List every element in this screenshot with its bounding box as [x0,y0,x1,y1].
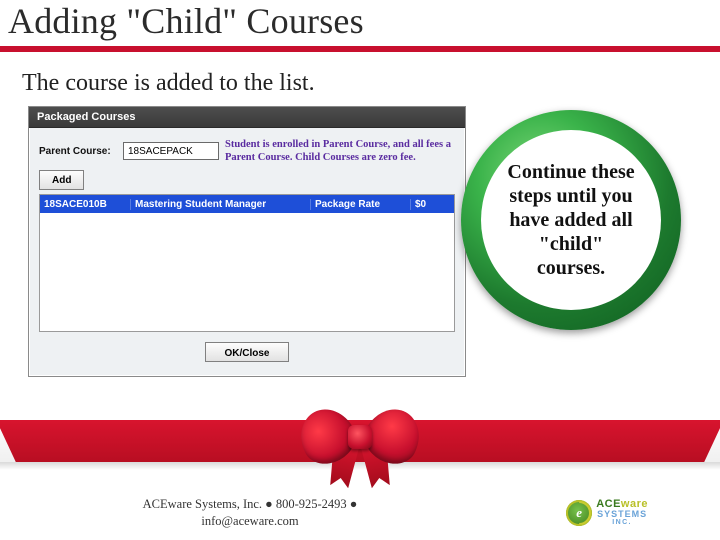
footer-contact: ACEware Systems, Inc. ● 800-925-2493 ● i… [120,496,380,530]
dialog-info-line: Parent Course. Child Courses are zero fe… [225,151,455,164]
callout: Continue these steps until you have adde… [443,110,683,350]
logo-text: ACEware SYSTEMS INC. [596,499,648,526]
dialog-info-line: Student is enrolled in Parent Course, an… [225,138,455,151]
ok-close-button[interactable]: OK/Close [205,342,288,362]
title-bar: Adding "Child" Courses [0,0,720,52]
callout-text: Continue these steps until you have adde… [503,160,639,280]
child-course-table: 18SACE010B Mastering Student Manager Pac… [39,194,455,332]
cell-course-code: 18SACE010B [40,199,130,210]
cell-course-name: Mastering Student Manager [130,199,310,210]
slide-subhead: The course is added to the list. [22,70,708,97]
aceware-logo: e ACEware SYSTEMS INC. [566,499,648,526]
dialog-title: Packaged Courses [29,107,465,128]
logo-line: INC. [596,519,648,526]
logo-line: SYSTEMS [596,510,648,519]
bow-decoration [300,395,420,485]
add-button[interactable]: Add [39,170,84,190]
parent-course-field[interactable] [123,142,219,160]
logo-mark-icon: e [566,500,592,526]
packaged-courses-dialog: Packaged Courses Parent Course: Student … [28,106,466,377]
parent-course-label: Parent Course: [39,146,117,157]
slide-title: Adding "Child" Courses [8,0,712,42]
footer-line: ACEware Systems, Inc. ● 800-925-2493 ● [120,496,380,513]
cell-rate-label: Package Rate [310,199,410,210]
table-row[interactable]: 18SACE010B Mastering Student Manager Pac… [40,195,454,213]
footer-line: info@aceware.com [120,513,380,530]
